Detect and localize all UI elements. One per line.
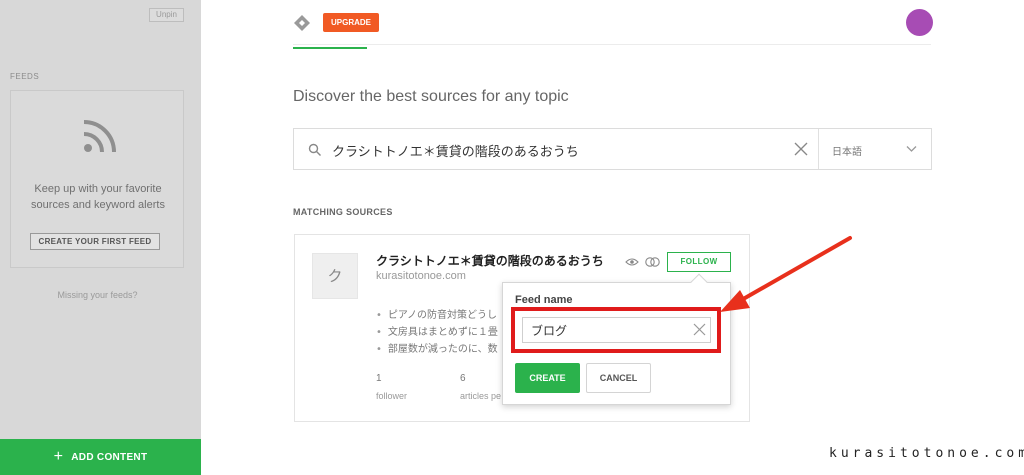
article-item[interactable]: ピアノの防音対策どうし (376, 307, 498, 324)
active-tab-indicator (293, 47, 367, 49)
language-select[interactable]: 日本語 (832, 143, 862, 158)
empty-feeds-card: Keep up with your favorite sources and k… (10, 90, 184, 268)
article-list: ピアノの防音対策どうし 文房具はまとめずに１畳 部屋数が減ったのに、数 (376, 307, 498, 358)
feedly-logo-icon[interactable] (293, 14, 311, 32)
search-bar: 日本語 (293, 128, 932, 170)
search-icon (308, 143, 321, 156)
followers-count: 1 (376, 373, 382, 384)
create-first-feed-button[interactable]: CREATE YOUR FIRST FEED (30, 233, 160, 250)
language-divider (818, 129, 819, 169)
articles-count: 6 (460, 373, 466, 384)
eye-icon[interactable] (625, 257, 639, 267)
annotation-arrow-icon (720, 236, 852, 312)
compare-icon[interactable] (645, 256, 660, 268)
cancel-button[interactable]: CANCEL (586, 363, 651, 393)
add-content-button[interactable]: + ADD CONTENT (0, 439, 201, 475)
article-item[interactable]: 文房具はまとめずに１畳 (376, 324, 498, 341)
articles-label: articles pe (460, 391, 502, 401)
create-button[interactable]: CREATE (515, 363, 580, 393)
chevron-down-icon[interactable] (906, 145, 917, 153)
missing-feeds-link[interactable]: Missing your feeds? (0, 290, 195, 300)
empty-feeds-message: Keep up with your favorite sources and k… (31, 183, 165, 211)
watermark: kurasitotonoe.com (829, 446, 1024, 461)
feeds-section-label: FEEDS (10, 72, 40, 81)
add-content-label: ADD CONTENT (71, 452, 148, 463)
source-thumbnail: ク (312, 253, 358, 299)
source-title[interactable]: クラシトトノエ＊賃貸の階段のあるおうち (376, 252, 604, 269)
feed-name-label: Feed name (515, 294, 573, 306)
highlight-annotation (511, 307, 721, 353)
rss-icon (83, 120, 116, 153)
user-avatar[interactable] (906, 9, 933, 36)
upgrade-button[interactable]: UPGRADE (323, 13, 379, 32)
page-heading: Discover the best sources for any topic (293, 88, 569, 105)
matching-sources-label: MATCHING SOURCES (293, 207, 393, 217)
clear-search-icon[interactable] (794, 142, 808, 156)
source-url: kurasitotonoe.com (376, 270, 466, 282)
plus-icon: + (53, 448, 64, 465)
clear-input-icon[interactable] (693, 323, 706, 336)
feed-name-input[interactable] (522, 317, 711, 343)
sidebar: Unpin FEEDS Keep up with your favorite s… (0, 0, 201, 475)
search-input[interactable] (332, 140, 782, 160)
unpin-button[interactable]: Unpin (149, 8, 184, 22)
followers-label: follower (376, 391, 408, 401)
article-item[interactable]: 部屋数が減ったのに、数 (376, 341, 498, 358)
create-feed-popup: Feed name CREATE CANCEL (502, 273, 731, 405)
header-divider (293, 44, 931, 45)
